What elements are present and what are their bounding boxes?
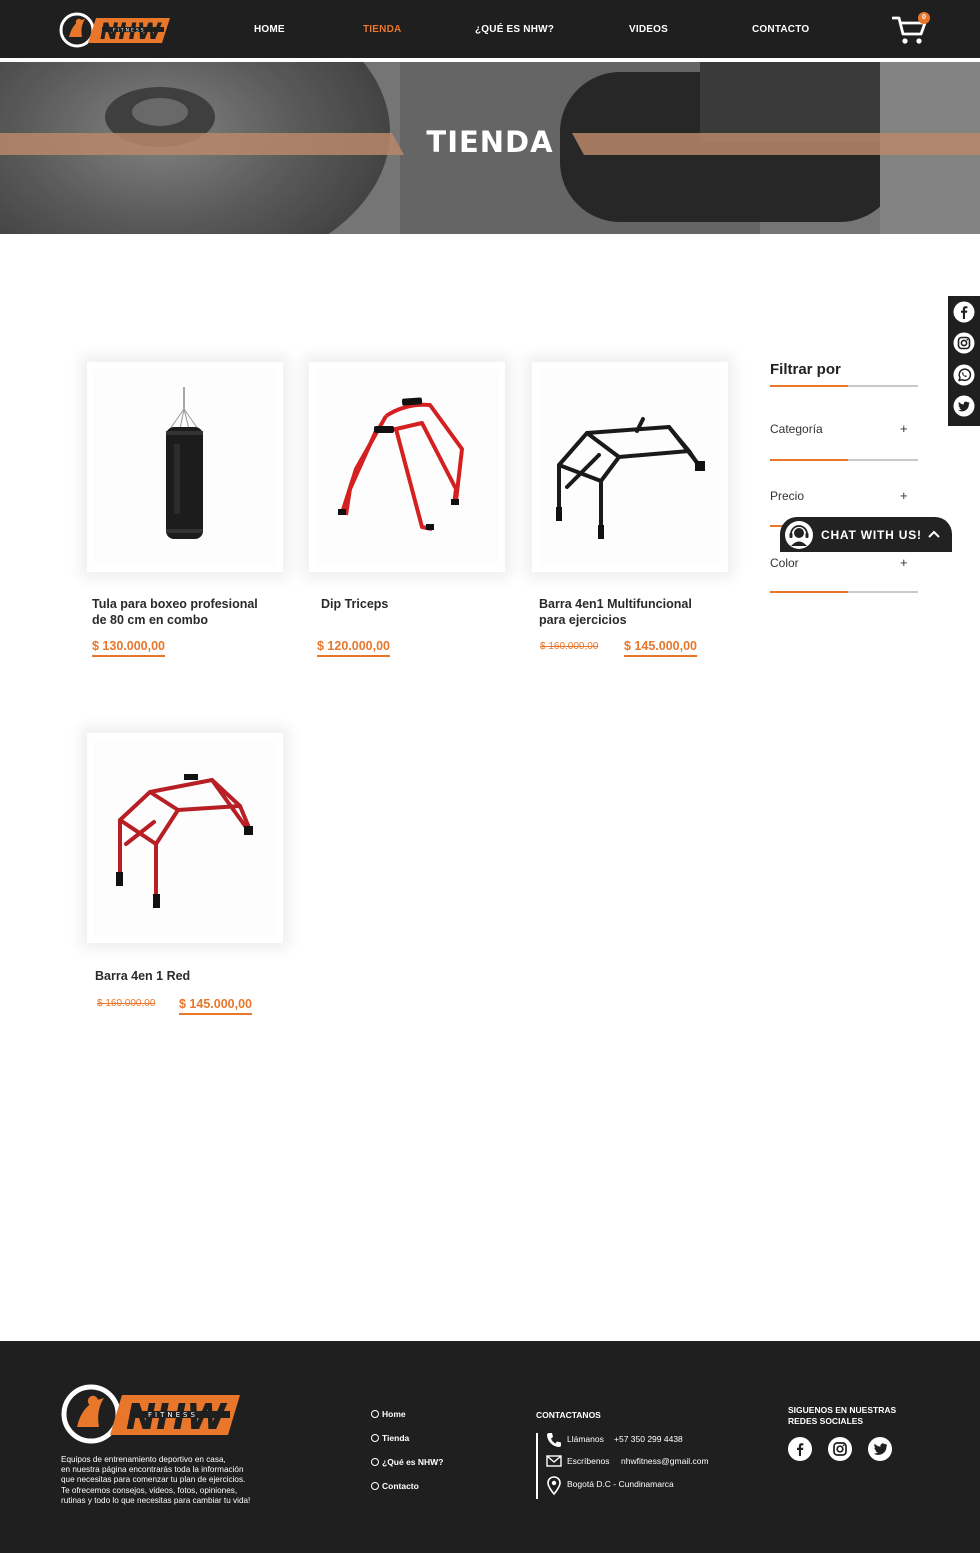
filter-color-expand[interactable]: + xyxy=(900,555,908,570)
product-name[interactable]: Dip Triceps xyxy=(321,596,501,612)
product-image-frame[interactable] xyxy=(87,733,283,943)
product-price: $ 145.000,00 xyxy=(624,639,697,657)
product-old-price: $ 160.000,00 xyxy=(540,641,599,652)
site-header: NHW FITNESS HOME TIENDA ¿QUÉ ES NHW? VID… xyxy=(0,0,980,60)
chat-label[interactable]: CHAT WITH US! xyxy=(821,528,922,542)
footer-write-label: Escríbenos xyxy=(567,1456,610,1466)
svg-text:FITNESS: FITNESS xyxy=(113,28,146,34)
pullup-bar-black-image xyxy=(539,369,721,565)
footer-twitter-link[interactable] xyxy=(868,1437,892,1461)
chevron-up-icon[interactable] xyxy=(928,529,940,539)
support-agent-icon xyxy=(785,521,813,549)
nav-tienda[interactable]: TIENDA xyxy=(363,24,401,35)
nav-home[interactable]: HOME xyxy=(254,24,285,35)
nav-contacto[interactable]: CONTACTO xyxy=(752,24,809,35)
footer-call-label: Llámanos xyxy=(567,1434,604,1444)
svg-text:FITNESS: FITNESS xyxy=(148,1411,198,1419)
chat-widget[interactable]: CHAT WITH US! xyxy=(780,517,952,552)
footer-facebook-link[interactable] xyxy=(788,1437,812,1461)
punching-bag-image xyxy=(94,369,276,565)
product-image-frame[interactable] xyxy=(309,362,505,572)
page-title: TIENDA xyxy=(426,125,554,159)
footer-description-line: Te ofrecemos consejos, videos, fotos, op… xyxy=(61,1485,238,1495)
footer-link-label: Home xyxy=(382,1409,406,1419)
twitter-icon[interactable] xyxy=(953,395,975,417)
footer-description-line: Equipos de entrenamiento deportivo en ca… xyxy=(61,1455,226,1464)
dip-station-image xyxy=(316,369,498,565)
mail-icon xyxy=(546,1455,562,1467)
product-price: $ 130.000,00 xyxy=(92,639,165,657)
product-image-frame[interactable] xyxy=(87,362,283,572)
product-price: $ 145.000,00 xyxy=(179,997,252,1015)
facebook-icon[interactable] xyxy=(953,301,975,323)
filter-divider xyxy=(770,459,918,461)
site-footer: NHW FITNESS Equipos de entrenamiento dep… xyxy=(0,1341,980,1553)
instagram-icon xyxy=(833,1442,847,1456)
facebook-icon xyxy=(797,1443,804,1456)
filter-categoria-expand[interactable]: + xyxy=(900,421,908,436)
cart-count-badge: 0 xyxy=(918,12,930,24)
product-image-frame[interactable] xyxy=(532,362,728,572)
footer-description: Equipos de entrenamiento deportivo en ca… xyxy=(61,1455,291,1506)
filter-divider xyxy=(770,591,918,593)
nav-videos[interactable]: VIDEOS xyxy=(629,24,668,35)
instagram-icon[interactable] xyxy=(953,332,975,354)
hero-banner: TIENDA xyxy=(0,62,980,234)
product-name[interactable]: Tula para boxeo profesional de 80 cm en … xyxy=(92,596,272,628)
chevron-right-icon xyxy=(371,1458,379,1466)
footer-link-label: Contacto xyxy=(382,1481,419,1491)
footer-link-home[interactable]: Home xyxy=(371,1409,406,1419)
filter-title: Filtrar por xyxy=(770,361,841,378)
footer-description-line: en nuestra página encontrarás toda la in… xyxy=(61,1465,244,1475)
social-sidebar xyxy=(948,296,980,426)
nav-que-es-nhw[interactable]: ¿QUÉ ES NHW? xyxy=(475,24,554,35)
chevron-right-icon xyxy=(371,1482,379,1490)
footer-link-contacto[interactable]: Contacto xyxy=(371,1481,419,1491)
chevron-right-icon xyxy=(371,1410,379,1418)
product-price: $ 120.000,00 xyxy=(317,639,390,657)
whatsapp-icon[interactable] xyxy=(953,364,975,386)
twitter-icon xyxy=(873,1443,888,1455)
footer-contact-divider xyxy=(536,1433,538,1499)
footer-phone[interactable]: +57 350 299 4438 xyxy=(614,1434,683,1444)
chevron-right-icon xyxy=(371,1434,379,1442)
footer-link-label: ¿Qué es NHW? xyxy=(382,1457,444,1467)
footer-social-heading-line: REDES SOCIALES xyxy=(788,1416,864,1426)
footer-nhw-logo[interactable]: NHW FITNESS xyxy=(60,1383,242,1445)
footer-description-line: rutinas y todo lo que necesitas para cam… xyxy=(61,1495,251,1505)
footer-address: Bogotá D.C - Cundinamarca xyxy=(567,1479,674,1489)
location-pin-icon xyxy=(547,1476,561,1496)
footer-link-tienda[interactable]: Tienda xyxy=(371,1433,409,1443)
footer-instagram-link[interactable] xyxy=(828,1437,852,1461)
pullup-bar-red-image xyxy=(94,740,276,936)
footer-social-heading-line: SIGUENOS EN NUESTRAS xyxy=(788,1405,897,1415)
product-name[interactable]: Barra 4en1 Multifuncional para ejercicio… xyxy=(539,596,719,628)
filter-precio[interactable]: Precio xyxy=(770,489,804,503)
filter-precio-expand[interactable]: + xyxy=(900,488,908,503)
filter-categoria[interactable]: Categoría xyxy=(770,422,823,436)
footer-email[interactable]: nhwfitness@gmail.com xyxy=(621,1456,709,1466)
footer-contact-heading: CONTACTANOS xyxy=(536,1410,601,1420)
product-name[interactable]: Barra 4en 1 Red xyxy=(95,968,275,984)
filter-color[interactable]: Color xyxy=(770,556,799,570)
product-old-price: $ 160.000,00 xyxy=(97,998,156,1009)
footer-link-label: Tienda xyxy=(382,1433,410,1443)
footer-social-heading: SIGUENOS EN NUESTRAS REDES SOCIALES xyxy=(788,1405,896,1427)
footer-description-line: que necesitas para comenzar tu plan de e… xyxy=(61,1475,246,1485)
footer-link-que-es-nhw[interactable]: ¿Qué es NHW? xyxy=(371,1457,443,1467)
phone-icon xyxy=(547,1433,561,1447)
filter-divider xyxy=(770,385,918,387)
nhw-logo[interactable]: NHW FITNESS xyxy=(58,10,176,50)
